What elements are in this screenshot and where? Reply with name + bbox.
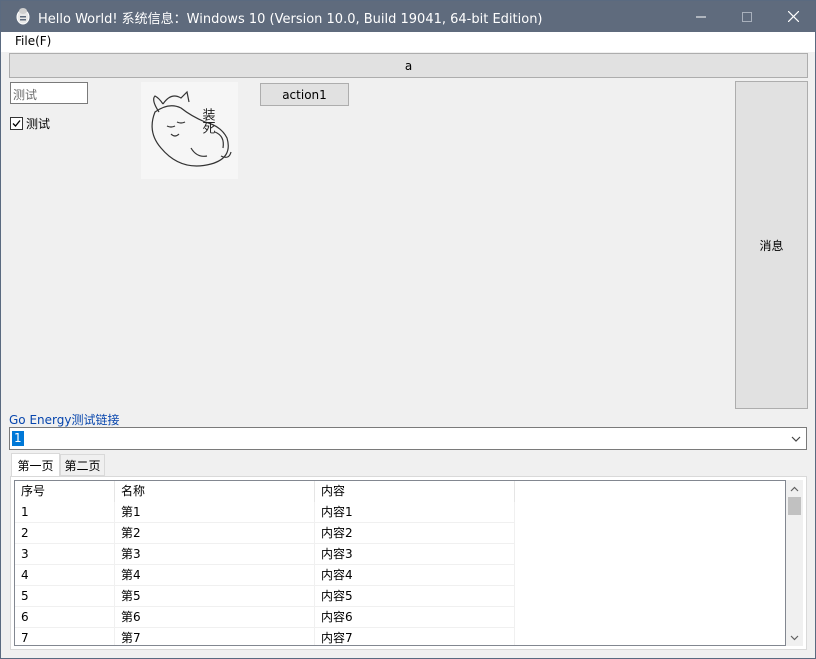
menu-bar: File(F)	[1, 32, 815, 52]
minimize-button[interactable]	[678, 1, 724, 32]
table-cell: 6	[15, 607, 115, 628]
tab-panel: 序号 名称 内容 1 第1 内容1 2 第2 内容2 3 第3 内容3 4 第4 内容4 5 第5 内容5 6…	[10, 476, 807, 650]
table-cell: 第5	[115, 586, 315, 607]
test-checkbox[interactable]: 测试	[10, 115, 50, 132]
column-header-content[interactable]: 内容	[315, 481, 515, 502]
table-row[interactable]: 6 第6 内容6	[15, 607, 785, 628]
table-cell: 第2	[115, 523, 315, 544]
text-input[interactable]: 测试	[10, 82, 88, 104]
combo-box[interactable]: 1	[9, 427, 807, 450]
table-row[interactable]: 7 第7 内容7	[15, 628, 785, 645]
checkbox-label: 测试	[26, 117, 51, 131]
menu-file[interactable]: File(F)	[15, 34, 51, 48]
app-icon	[16, 8, 30, 25]
chevron-down-icon	[790, 635, 799, 640]
column-header-name[interactable]: 名称	[115, 481, 315, 502]
chevron-up-icon	[790, 486, 799, 491]
table-cell: 第3	[115, 544, 315, 565]
table-cell: 内容1	[315, 502, 515, 523]
table-row[interactable]: 2 第2 内容2	[15, 523, 785, 544]
maximize-icon	[742, 11, 752, 22]
sticker-caption: 装死	[200, 108, 216, 134]
app-window: Hello World! 系统信息：Windows 10 (Version 10…	[0, 0, 816, 659]
table-cell: 2	[15, 523, 115, 544]
table-cell: 内容4	[315, 565, 515, 586]
cat-sticker-icon: 装死	[151, 90, 232, 167]
window-title: Hello World! 系统信息：Windows 10 (Version 10…	[38, 12, 543, 27]
table-cell: 7	[15, 628, 115, 645]
scroll-up-button[interactable]	[786, 480, 803, 497]
list-view[interactable]: 序号 名称 内容 1 第1 内容1 2 第2 内容2 3 第3 内容3 4 第4 内容4 5 第5 内容5 6…	[14, 480, 786, 646]
close-icon	[787, 11, 799, 22]
table-cell: 第6	[115, 607, 315, 628]
maximize-button[interactable]	[724, 1, 770, 32]
table-cell: 第1	[115, 502, 315, 523]
tab-page-1[interactable]: 第一页	[11, 453, 60, 477]
combo-value: 1	[12, 431, 24, 446]
checkbox-box[interactable]	[10, 117, 23, 130]
minimize-icon	[696, 16, 706, 17]
table-header: 序号 名称 内容	[15, 481, 785, 502]
message-button[interactable]: 消息	[735, 81, 808, 409]
table-cell: 内容7	[315, 628, 515, 645]
close-button[interactable]	[770, 1, 815, 32]
table-cell: 5	[15, 586, 115, 607]
title-bar[interactable]: Hello World! 系统信息：Windows 10 (Version 10…	[1, 1, 815, 32]
table-cell: 内容3	[315, 544, 515, 565]
vertical-scrollbar[interactable]	[786, 480, 803, 646]
table-cell: 1	[15, 502, 115, 523]
table-row[interactable]: 5 第5 内容5	[15, 586, 785, 607]
column-header-index[interactable]: 序号	[15, 481, 115, 502]
table-cell: 内容2	[315, 523, 515, 544]
table-cell: 内容6	[315, 607, 515, 628]
table-cell: 第7	[115, 628, 315, 645]
go-energy-link[interactable]: Go Energy测试链接	[9, 411, 119, 428]
a-button[interactable]: a	[9, 53, 808, 78]
scroll-down-button[interactable]	[786, 629, 803, 646]
action1-button[interactable]: action1	[260, 83, 349, 106]
table-cell: 第4	[115, 565, 315, 586]
table-cell: 4	[15, 565, 115, 586]
checkmark-icon	[12, 120, 21, 127]
table-row[interactable]: 4 第4 内容4	[15, 565, 785, 586]
chevron-down-icon[interactable]	[790, 432, 802, 446]
scroll-thumb[interactable]	[788, 497, 801, 515]
cat-image: 装死	[141, 82, 238, 179]
table-row[interactable]: 3 第3 内容3	[15, 544, 785, 565]
tab-page-2[interactable]: 第二页	[60, 454, 105, 476]
table-cell: 3	[15, 544, 115, 565]
table-row[interactable]: 1 第1 内容1	[15, 502, 785, 523]
table-cell: 内容5	[315, 586, 515, 607]
